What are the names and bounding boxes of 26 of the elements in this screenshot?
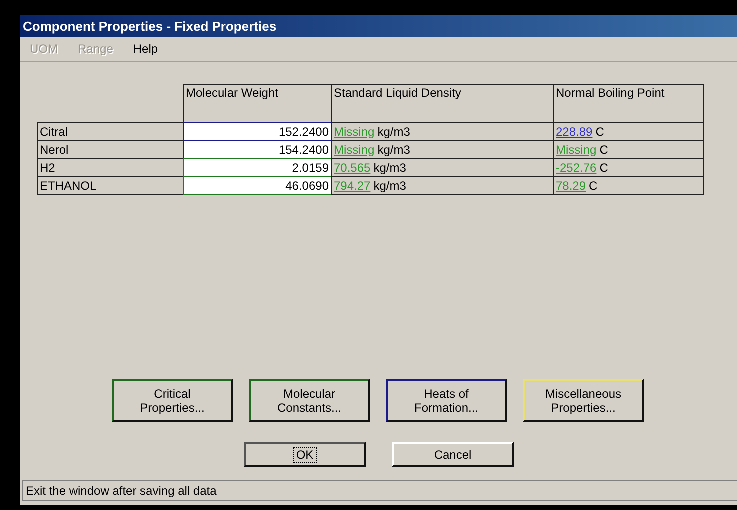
unit-label: C: [600, 160, 608, 174]
status-bar: Exit the window after saving all data: [22, 480, 737, 501]
unit-label: kg/m3: [378, 124, 410, 138]
unit-label: C: [596, 124, 604, 138]
molecular-weight-field[interactable]: 152.2400: [183, 122, 332, 141]
column-header: Molecular Weight: [183, 84, 332, 123]
molecular-weight-field[interactable]: 46.0690: [183, 176, 332, 195]
dialog-button[interactable]: OK: [244, 442, 366, 467]
property-button[interactable]: Miscellaneous Properties...: [523, 379, 644, 422]
window-title: Component Properties - Fixed Properties: [20, 15, 737, 37]
unit-label: C: [589, 178, 598, 192]
property-button[interactable]: Molecular Constants...: [249, 379, 370, 422]
molecular-weight-field[interactable]: 154.2400: [183, 140, 332, 159]
column-header: Normal Boiling Point: [553, 84, 704, 123]
value-link[interactable]: 228.89: [556, 124, 593, 138]
unit-label: kg/m3: [374, 160, 406, 174]
unit-label: kg/m3: [374, 178, 406, 192]
property-button[interactable]: Heats of Formation...: [386, 379, 507, 422]
property-button[interactable]: Critical Properties...: [112, 379, 233, 422]
unit-label: C: [600, 142, 608, 156]
unit-label: kg/m3: [378, 142, 410, 156]
row-header: ETHANOL: [37, 176, 184, 195]
row-header: Citral: [37, 122, 184, 141]
dialog-button[interactable]: Cancel: [392, 442, 514, 467]
molecular-weight-field[interactable]: 2.0159: [183, 158, 332, 177]
menu-item[interactable]: Help: [133, 42, 158, 56]
